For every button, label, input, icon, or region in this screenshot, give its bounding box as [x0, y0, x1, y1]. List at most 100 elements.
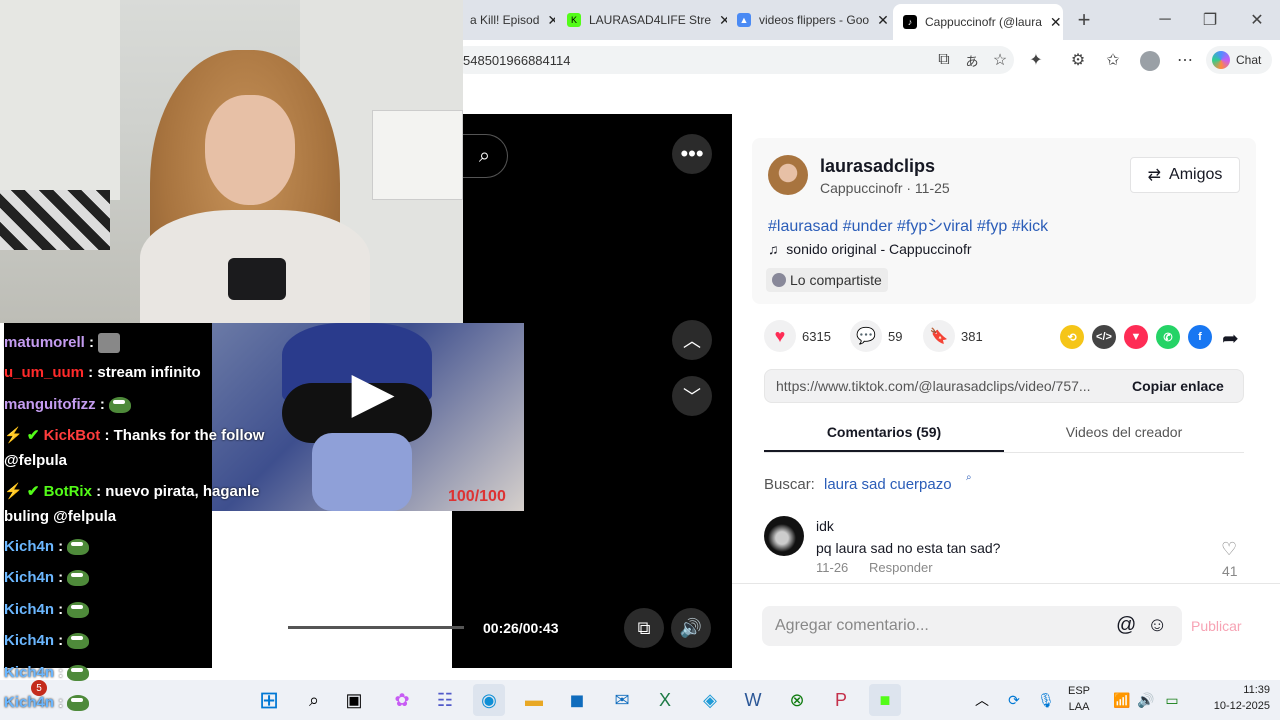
more-options-icon[interactable]: ••• [672, 134, 712, 174]
close-window-button[interactable]: ✕ [1245, 8, 1269, 32]
store-icon[interactable]: ◼ [561, 684, 593, 716]
pepe-emote-icon [67, 665, 90, 682]
reply-button[interactable]: Responder [869, 560, 933, 575]
task-view-icon[interactable]: ▣ [338, 684, 370, 716]
commenter-avatar[interactable] [764, 516, 804, 556]
chat-username[interactable]: Kich4n [4, 569, 54, 586]
xbox-icon[interactable]: ⊗ [781, 684, 813, 716]
app-icon[interactable]: ◈ [694, 684, 726, 716]
word-icon[interactable]: W [737, 684, 769, 716]
next-video-button[interactable]: ﹀ [672, 376, 712, 416]
share-arrow-icon[interactable]: ➦ [1222, 326, 1239, 351]
creator-avatar[interactable] [768, 155, 808, 195]
copilot-taskbar-icon[interactable]: ✿ [386, 684, 418, 716]
close-icon[interactable]: ✕ [877, 12, 889, 29]
shared-avatar [772, 273, 786, 287]
windows-start-icon[interactable]: ⊞ [253, 684, 285, 716]
clock[interactable]: 11:39 10-12-2025 [1192, 682, 1270, 714]
favorites-icon[interactable]: ✩ [1101, 48, 1125, 72]
chat-username[interactable]: manguitofizz [4, 396, 96, 413]
hashtags[interactable]: #laurasad #under #fypシviral #fyp #kick [768, 212, 1048, 236]
kick-app-icon[interactable]: ■ [869, 684, 901, 716]
more-menu-icon[interactable]: ⋯ [1173, 48, 1197, 72]
chat-colon: : [91, 483, 106, 500]
friends-label: Amigos [1169, 166, 1223, 183]
pepe-emote-icon [67, 695, 90, 712]
performance-icon[interactable]: ⚙ [1066, 48, 1090, 72]
sound-row[interactable]: ♫ sonido original - Cappuccinofr [768, 241, 972, 257]
search-taskbar-icon[interactable]: ⌕ [298, 684, 330, 716]
chat-username[interactable]: Kich4n [4, 632, 54, 649]
comment-like-heart-icon[interactable]: ♡ [1221, 539, 1237, 560]
creator-username[interactable]: laurasadclips [820, 156, 935, 177]
sync-icon[interactable]: ⟳ [998, 684, 1030, 716]
show-hidden-icons[interactable]: ︿ [966, 684, 998, 716]
microphone-icon[interactable]: 🎙 [1030, 684, 1062, 716]
facebook-icon[interactable]: f [1188, 325, 1212, 349]
video-link[interactable]: https://www.tiktok.com/@laurasadclips/vi… [776, 378, 1116, 394]
edge-icon[interactable]: ◉ [473, 684, 505, 716]
embed-code-icon[interactable]: </> [1092, 325, 1116, 349]
profile-avatar[interactable] [1140, 51, 1160, 71]
chat-username[interactable]: KickBot [44, 427, 101, 444]
whatsapp-icon[interactable]: ✆ [1156, 325, 1180, 349]
chat-username[interactable]: Kich4n [4, 601, 54, 618]
bookmark-icon[interactable]: 🔖 [923, 320, 955, 352]
search-suggestion[interactable]: laura sad cuerpazo [824, 476, 952, 493]
tab-1[interactable]: a Kill! Episod ✕ [460, 6, 555, 34]
favorite-star-icon[interactable]: ☆ [988, 48, 1012, 72]
teams-icon[interactable]: ☷ [429, 684, 461, 716]
tab-2[interactable]: K LAURASAD4LIFE Stre ✕ [557, 6, 727, 34]
drive-favicon-icon: ▲ [737, 13, 751, 27]
open-external-icon[interactable]: ⧉ [932, 48, 956, 72]
battery-icon[interactable]: ▭ [1156, 684, 1188, 716]
chat-username[interactable]: u_um_uum [4, 364, 84, 381]
comment-bubble-icon[interactable]: 💬 [850, 320, 882, 352]
powerpoint-icon[interactable]: P [825, 684, 857, 716]
chat-message: ⚡ ✔ BotRix : nuevo pirata, haganle [4, 482, 260, 500]
tab-3[interactable]: ▲ videos flippers - Goo ✕ [727, 6, 892, 34]
send-icon[interactable]: ▼ [1124, 325, 1148, 349]
save-count: 381 [961, 329, 983, 344]
play-icon[interactable]: ▶ [346, 360, 400, 423]
maximize-button[interactable]: ❐ [1198, 8, 1222, 32]
translate-icon[interactable]: あ [960, 48, 984, 72]
verified-badge-icon: ✔ [26, 483, 40, 500]
excel-icon[interactable]: X [649, 684, 681, 716]
tab-comments[interactable]: Comentarios (59) [764, 424, 1004, 440]
search-small-icon: ⌕ [966, 472, 972, 483]
publish-button[interactable]: Publicar [1191, 618, 1242, 634]
volume-button[interactable]: 🔊 [671, 608, 711, 648]
like-heart-icon[interactable]: ♥ [764, 320, 796, 352]
input-divider [732, 583, 1280, 584]
tab-creator-videos[interactable]: Videos del creador [1004, 424, 1244, 440]
kick-favicon-icon: K [567, 13, 581, 27]
chat-username[interactable]: matumorell [4, 334, 85, 351]
language-indicator[interactable]: ESP LAA [1068, 683, 1090, 715]
copilot-chat-button[interactable]: Chat [1206, 46, 1272, 74]
tab-4-active[interactable]: ♪ Cappuccinofr (@laura ✕ [893, 4, 1063, 40]
chat-username[interactable]: Kich4n [4, 538, 54, 555]
file-explorer-icon[interactable]: ▬ [518, 684, 550, 716]
close-icon[interactable]: ✕ [1050, 14, 1062, 31]
close-icon[interactable]: ✕ [547, 12, 555, 29]
new-tab-button[interactable]: + [1072, 7, 1096, 32]
search-icon[interactable]: ⌕ [462, 134, 508, 178]
repost-icon[interactable]: ⟲ [1060, 325, 1084, 349]
emoji-icon[interactable]: ☺ [1147, 614, 1167, 637]
search-prefix: Buscar: [764, 476, 815, 493]
pip-button[interactable]: ⧉ [624, 608, 664, 648]
copy-link-button[interactable]: Copiar enlace [1132, 378, 1224, 394]
chat-username[interactable]: Kich4n [4, 664, 54, 681]
close-icon[interactable]: ✕ [719, 12, 727, 29]
mention-icon[interactable]: @ [1116, 614, 1136, 637]
extensions-icon[interactable]: ✦ [1024, 48, 1048, 72]
comment-like-count: 41 [1222, 563, 1238, 579]
commenter-name[interactable]: idk [816, 518, 834, 534]
minimize-button[interactable]: ─ [1153, 8, 1177, 32]
friends-button[interactable]: ⇄ Amigos [1130, 157, 1240, 193]
mail-icon[interactable]: ✉ [606, 684, 638, 716]
chat-username[interactable]: BotRix [44, 483, 92, 500]
previous-video-button[interactable]: ︿ [672, 320, 712, 360]
chat-username[interactable]: Kich4n [4, 694, 54, 711]
